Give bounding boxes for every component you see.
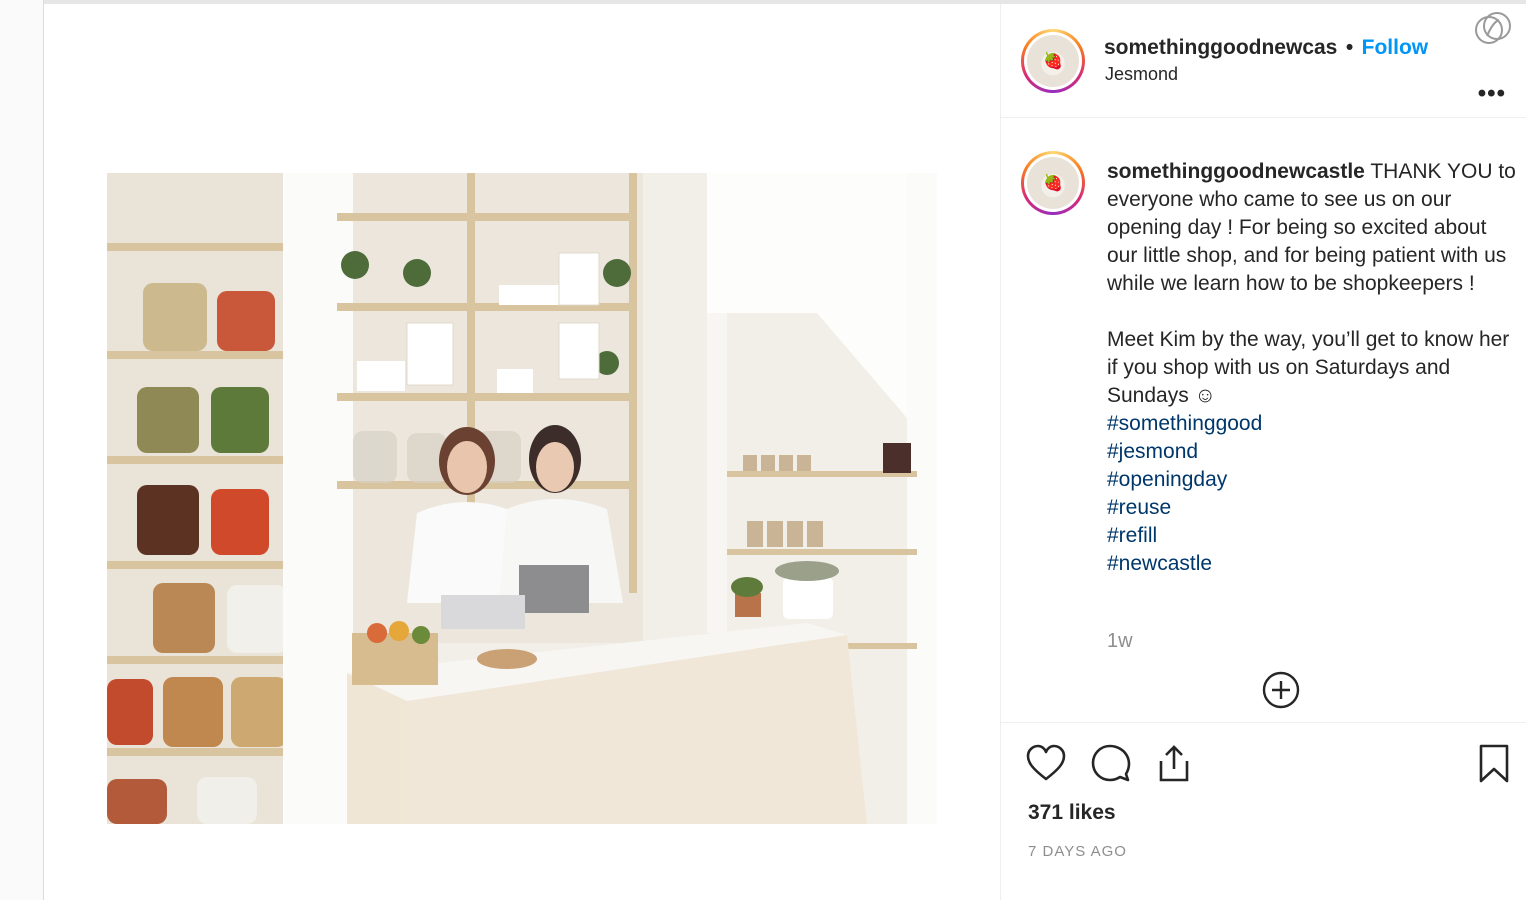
- bookmark-icon[interactable]: [1473, 743, 1515, 785]
- hashtag-link[interactable]: #openingday: [1107, 466, 1517, 494]
- hashtag-link[interactable]: #refill: [1107, 522, 1517, 550]
- header-separator: •: [1345, 36, 1354, 59]
- hashtag-link[interactable]: #newcastle: [1107, 550, 1517, 578]
- hashtag-link[interactable]: #jesmond: [1107, 438, 1517, 466]
- follow-button[interactable]: Follow: [1362, 36, 1429, 59]
- likes-count[interactable]: 371 likes: [1028, 801, 1116, 825]
- avatar-image-icon: 🍓: [1043, 53, 1063, 70]
- caption-paragraph-2: Meet Kim by the way, you’ll get to know …: [1107, 328, 1510, 407]
- post-location[interactable]: Jesmond: [1105, 64, 1178, 85]
- header-username[interactable]: somethinggoodnewcas: [1104, 36, 1337, 59]
- post-actions: 371 likes 7 DAYS AGO: [1001, 722, 1526, 900]
- more-options-icon[interactable]: •••: [1478, 80, 1506, 108]
- caption-avatar[interactable]: 🍓: [1021, 151, 1085, 215]
- post-photo[interactable]: [107, 173, 937, 824]
- header-avatar[interactable]: 🍓: [1021, 29, 1085, 93]
- caption-age: 1w: [1107, 630, 1133, 652]
- plus-circle-icon[interactable]: [1260, 669, 1302, 711]
- post-header: 🍓 somethinggoodnewcas • Follow Jesmond •…: [1001, 4, 1526, 118]
- avatar-image-icon: 🍓: [1043, 175, 1063, 192]
- post-timestamp[interactable]: 7 DAYS AGO: [1028, 843, 1127, 860]
- hashtag-link[interactable]: #reuse: [1107, 494, 1517, 522]
- extension-icon[interactable]: [1472, 8, 1514, 50]
- shop-interior-photo: [107, 173, 937, 824]
- caption-username[interactable]: somethinggoodnewcastle: [1107, 160, 1365, 183]
- post-caption: somethinggoodnewcastle THANK YOU to ever…: [1107, 158, 1517, 578]
- comment-icon[interactable]: [1090, 743, 1132, 785]
- hashtag-link[interactable]: #somethinggood: [1107, 410, 1517, 438]
- heart-icon[interactable]: [1025, 743, 1067, 785]
- share-icon[interactable]: [1153, 743, 1195, 785]
- post-sidebar: 🍓 somethinggoodnewcas • Follow Jesmond •…: [1001, 4, 1526, 900]
- caption-paragraph-1: somethinggoodnewcastle THANK YOU to ever…: [1107, 158, 1517, 298]
- header-title-row: somethinggoodnewcas • Follow: [1104, 36, 1428, 60]
- post-media-pane: [44, 4, 1001, 900]
- page-left-gutter: [0, 0, 44, 900]
